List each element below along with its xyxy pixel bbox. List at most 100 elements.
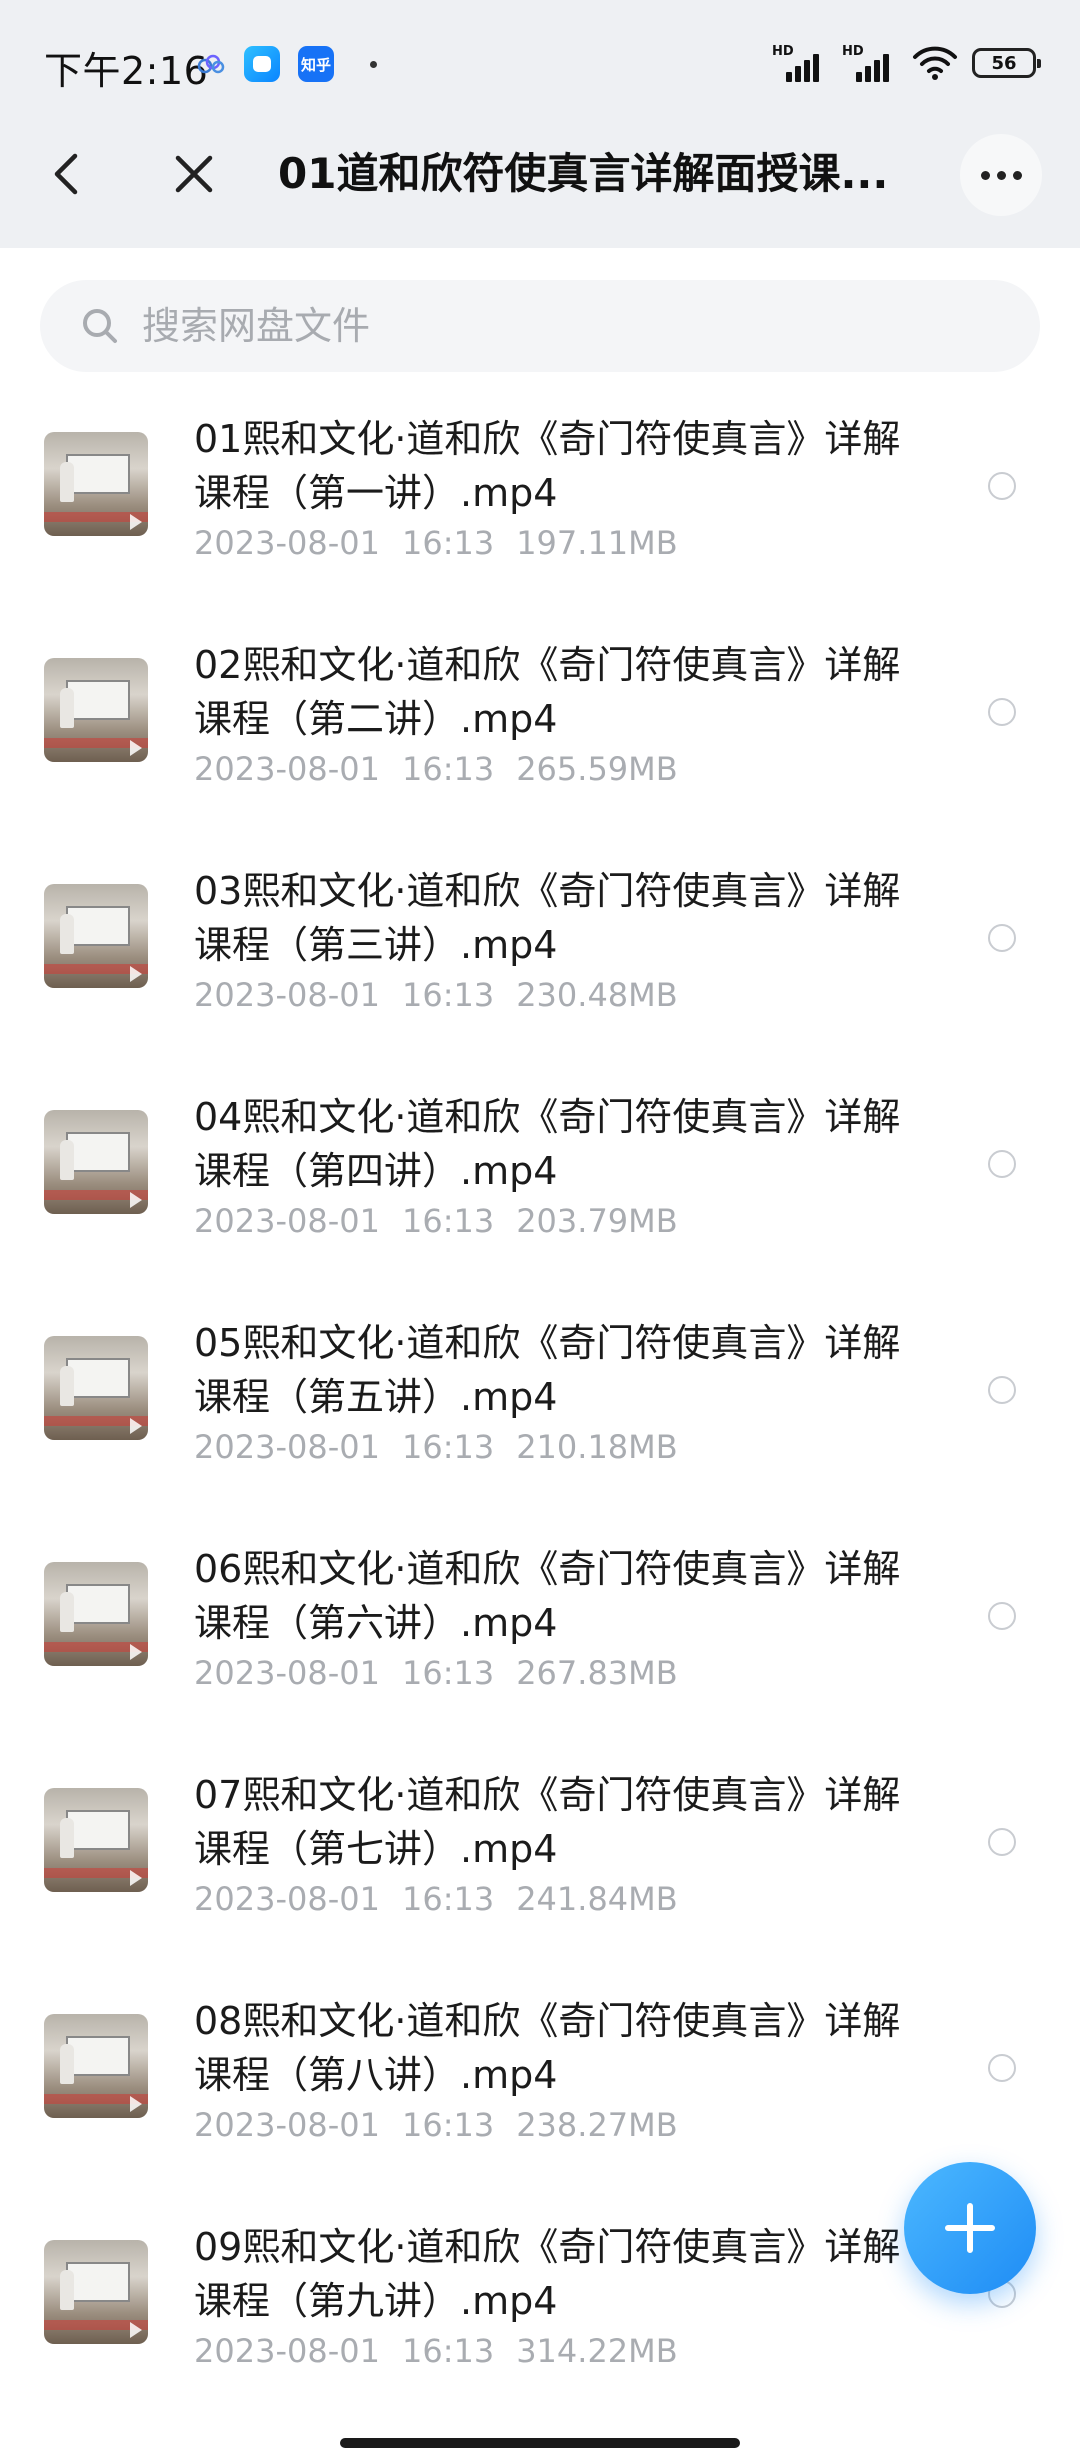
file-name: 09熙和文化·道和欣《奇门符使真言》详解课程（第九讲）.mp4 — [194, 2225, 901, 2323]
close-button[interactable] — [164, 144, 224, 204]
file-meta: 2023-08-01 16:13 197.11MB — [194, 524, 678, 562]
file-date: 2023-08-01 — [194, 1202, 380, 1240]
file-time: 16:13 — [401, 2106, 495, 2144]
file-date: 2023-08-01 — [194, 524, 380, 562]
status-bar: 下午2:16 知乎 HD HD 56 — [0, 0, 1080, 100]
file-time: 16:13 — [401, 1428, 495, 1466]
file-name: 01熙和文化·道和欣《奇门符使真言》详解课程（第一讲）.mp4 — [194, 417, 901, 515]
file-size: 230.48MB — [516, 976, 678, 1014]
video-thumbnail — [44, 884, 148, 988]
file-size: 238.27MB — [516, 2106, 678, 2144]
file-name: 05熙和文化·道和欣《奇门符使真言》详解课程（第五讲）.mp4 — [194, 1321, 901, 1419]
file-meta: 2023-08-01 16:13 230.48MB — [194, 976, 678, 1014]
select-radio[interactable] — [988, 1376, 1016, 1404]
search-icon — [83, 309, 117, 343]
home-indicator[interactable] — [340, 2438, 740, 2448]
file-row[interactable]: 02熙和文化·道和欣《奇门符使真言》详解课程（第二讲）.mp4 2023-08-… — [0, 616, 1080, 842]
file-row[interactable]: 07熙和文化·道和欣《奇门符使真言》详解课程（第七讲）.mp4 2023-08-… — [0, 1746, 1080, 1972]
file-size: 314.22MB — [516, 2332, 678, 2370]
play-icon — [130, 966, 142, 982]
file-row[interactable]: 04熙和文化·道和欣《奇门符使真言》详解课程（第四讲）.mp4 2023-08-… — [0, 1068, 1080, 1294]
file-time: 16:13 — [401, 1654, 495, 1692]
select-radio[interactable] — [988, 1150, 1016, 1178]
select-radio[interactable] — [988, 472, 1016, 500]
file-date: 2023-08-01 — [194, 1428, 380, 1466]
play-icon — [130, 1192, 142, 1208]
file-time: 16:13 — [401, 2332, 495, 2370]
file-list: 01熙和文化·道和欣《奇门符使真言》详解课程（第一讲）.mp4 2023-08-… — [0, 390, 1080, 2424]
file-size: 241.84MB — [516, 1880, 678, 1918]
file-time: 16:13 — [401, 976, 495, 1014]
video-thumbnail — [44, 1336, 148, 1440]
file-row[interactable]: 03熙和文化·道和欣《奇门符使真言》详解课程（第三讲）.mp4 2023-08-… — [0, 842, 1080, 1068]
video-thumbnail — [44, 1788, 148, 1892]
signal-icon-1: HD — [772, 44, 828, 82]
more-button[interactable] — [960, 134, 1042, 216]
back-button[interactable] — [40, 144, 92, 204]
play-icon — [130, 2096, 142, 2112]
file-date: 2023-08-01 — [194, 976, 380, 1014]
file-meta: 2023-08-01 16:13 265.59MB — [194, 750, 678, 788]
file-row[interactable]: 08熙和文化·道和欣《奇门符使真言》详解课程（第八讲）.mp4 2023-08-… — [0, 1972, 1080, 2198]
file-size: 203.79MB — [516, 1202, 678, 1240]
search-input[interactable] — [140, 303, 964, 349]
file-name: 03熙和文化·道和欣《奇门符使真言》详解课程（第三讲）.mp4 — [194, 869, 901, 967]
signal-icon-2: HD — [842, 44, 898, 82]
file-row[interactable]: 05熙和文化·道和欣《奇门符使真言》详解课程（第五讲）.mp4 2023-08-… — [0, 1294, 1080, 1520]
file-meta: 2023-08-01 16:13 241.84MB — [194, 1880, 678, 1918]
file-name: 07熙和文化·道和欣《奇门符使真言》详解课程（第七讲）.mp4 — [194, 1773, 901, 1871]
status-right-icons: HD HD 56 — [772, 44, 1041, 82]
file-meta: 2023-08-01 16:13 238.27MB — [194, 2106, 678, 2144]
file-time: 16:13 — [401, 524, 495, 562]
file-meta: 2023-08-01 16:13 210.18MB — [194, 1428, 678, 1466]
zhihu-app-icon: 知乎 — [298, 46, 334, 82]
plus-icon — [945, 2203, 995, 2253]
video-thumbnail — [44, 2014, 148, 2118]
select-radio[interactable] — [988, 924, 1016, 952]
play-icon — [130, 1418, 142, 1434]
play-icon — [130, 2322, 142, 2338]
file-row[interactable]: 06熙和文化·道和欣《奇门符使真言》详解课程（第六讲）.mp4 2023-08-… — [0, 1520, 1080, 1746]
more-dots-icon — [980, 170, 990, 180]
file-meta: 2023-08-01 16:13 203.79MB — [194, 1202, 678, 1240]
qq-app-icon — [244, 46, 280, 82]
page-title: 01道和欣符使真言详解面授课... — [278, 149, 889, 198]
more-notifications-dot — [370, 60, 377, 68]
file-name: 04熙和文化·道和欣《奇门符使真言》详解课程（第四讲）.mp4 — [194, 1095, 901, 1193]
file-size: 267.83MB — [516, 1654, 678, 1692]
select-radio[interactable] — [988, 698, 1016, 726]
select-radio[interactable] — [988, 2054, 1016, 2082]
search-bar[interactable] — [40, 280, 1040, 372]
back-arrow-icon — [54, 153, 78, 195]
file-name: 08熙和文化·道和欣《奇门符使真言》详解课程（第八讲）.mp4 — [194, 1999, 901, 2097]
wifi-icon — [913, 46, 957, 80]
file-time: 16:13 — [401, 1880, 495, 1918]
play-icon — [130, 1644, 142, 1660]
play-icon — [130, 740, 142, 756]
close-icon — [175, 155, 213, 193]
file-browser-screen: 下午2:16 知乎 HD HD 56 01道和欣符使真言详解面授课... 搜索网… — [0, 0, 1080, 2460]
file-size: 265.59MB — [516, 750, 678, 788]
video-thumbnail — [44, 2240, 148, 2344]
select-radio[interactable] — [988, 1602, 1016, 1630]
file-date: 2023-08-01 — [194, 2106, 380, 2144]
file-date: 2023-08-01 — [194, 750, 380, 788]
file-time: 16:13 — [401, 750, 495, 788]
status-time: 下午2:16 — [44, 49, 209, 93]
cloud-sync-icon — [197, 54, 225, 74]
file-meta: 2023-08-01 16:13 314.22MB — [194, 2332, 678, 2370]
file-date: 2023-08-01 — [194, 2332, 380, 2370]
file-name: 02熙和文化·道和欣《奇门符使真言》详解课程（第二讲）.mp4 — [194, 643, 901, 741]
play-icon — [130, 514, 142, 530]
file-meta: 2023-08-01 16:13 267.83MB — [194, 1654, 678, 1692]
file-row[interactable]: 01熙和文化·道和欣《奇门符使真言》详解课程（第一讲）.mp4 2023-08-… — [0, 390, 1080, 616]
select-radio[interactable] — [988, 1828, 1016, 1856]
file-date: 2023-08-01 — [194, 1654, 380, 1692]
battery-icon: 56 — [972, 48, 1041, 78]
video-thumbnail — [44, 1110, 148, 1214]
video-thumbnail — [44, 432, 148, 536]
file-time: 16:13 — [401, 1202, 495, 1240]
title-bar: 01道和欣符使真言详解面授课... — [0, 100, 1080, 248]
play-icon — [130, 1870, 142, 1886]
add-button[interactable] — [904, 2162, 1036, 2294]
